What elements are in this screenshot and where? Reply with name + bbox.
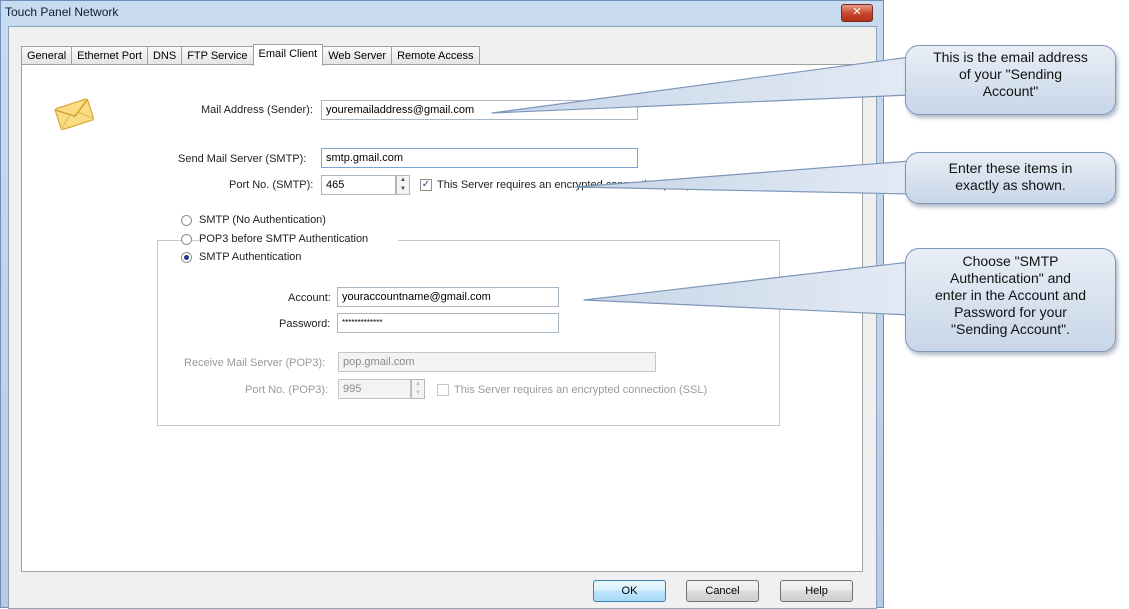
callout-enter-items: Enter these items in exactly as shown. bbox=[905, 152, 1116, 204]
tab-ftp-service[interactable]: FTP Service bbox=[181, 46, 254, 65]
close-icon: ✕ bbox=[852, 6, 862, 18]
callout-auth-line2: Authentication" and bbox=[950, 270, 1071, 286]
callout-smtp-authentication: Choose "SMTP Authentication" and enter i… bbox=[905, 248, 1116, 352]
tab-strip: General Ethernet Port DNS FTP Service Em… bbox=[21, 44, 480, 66]
callout-auth-line5: "Sending Account". bbox=[951, 321, 1070, 337]
mail-address-label: Mail Address (Sender): bbox=[201, 104, 313, 116]
smtp-ssl-checkbox[interactable]: ✓ bbox=[420, 179, 432, 191]
smtp-server-label: Send Mail Server (SMTP): bbox=[178, 153, 307, 165]
cancel-button[interactable]: Cancel bbox=[686, 580, 759, 602]
account-label: Account: bbox=[288, 292, 331, 304]
password-label: Password: bbox=[279, 318, 331, 330]
pop3-port-input[interactable]: 995 bbox=[338, 379, 411, 399]
tab-general[interactable]: General bbox=[21, 46, 73, 65]
ok-button[interactable]: OK bbox=[593, 580, 666, 602]
title-bar[interactable]: Touch Panel Network ✕ bbox=[1, 1, 883, 23]
radio-smtp-no-auth[interactable] bbox=[181, 215, 192, 226]
pop3-server-input[interactable]: pop.gmail.com bbox=[338, 352, 656, 372]
tab-email-client[interactable]: Email Client bbox=[252, 44, 324, 66]
callout-auth-line4: Password for your bbox=[954, 304, 1067, 320]
envelope-icon bbox=[54, 98, 95, 130]
pop3-port-stepper[interactable]: ▲ ▼ bbox=[411, 379, 425, 399]
radio-smtp-authentication-label: SMTP Authentication bbox=[199, 251, 302, 263]
pop3-server-label: Receive Mail Server (POP3): bbox=[184, 357, 326, 369]
radio-pop3-before-smtp[interactable] bbox=[181, 234, 192, 245]
chevron-down-icon[interactable]: ▼ bbox=[397, 185, 409, 194]
chevron-down-icon[interactable]: ▼ bbox=[412, 389, 424, 398]
radio-pop3-before-smtp-label: POP3 before SMTP Authentication bbox=[199, 233, 399, 245]
callout-email-line2: of your "Sending bbox=[958, 66, 1063, 82]
callout-auth-line3: enter in the Account and bbox=[935, 287, 1086, 303]
callout-enter-line1: Enter these items in bbox=[948, 160, 1073, 176]
tab-dns[interactable]: DNS bbox=[146, 46, 183, 65]
password-input[interactable]: ************* bbox=[337, 313, 559, 333]
authentication-groupbox bbox=[157, 240, 780, 426]
tab-remote-access[interactable]: Remote Access bbox=[391, 46, 480, 65]
checkmark-icon: ✓ bbox=[421, 179, 431, 190]
callout-enter-line2: exactly as shown. bbox=[955, 177, 1066, 193]
window-title: Touch Panel Network bbox=[5, 5, 119, 19]
smtp-port-input[interactable]: 465 bbox=[321, 175, 396, 195]
chevron-up-icon[interactable]: ▲ bbox=[397, 176, 409, 185]
pop3-ssl-label: This Server requires an encrypted connec… bbox=[454, 384, 708, 396]
radio-smtp-no-auth-label: SMTP (No Authentication) bbox=[199, 214, 326, 226]
mail-address-input[interactable]: youremailaddress@gmail.com bbox=[321, 100, 638, 120]
pop3-ssl-checkbox[interactable] bbox=[437, 384, 449, 396]
radio-smtp-authentication[interactable] bbox=[181, 252, 192, 263]
callout-auth-line1: Choose "SMTP bbox=[962, 253, 1059, 269]
smtp-server-input[interactable]: smtp.gmail.com bbox=[321, 148, 638, 168]
callout-email-address: This is the email address of your "Sendi… bbox=[905, 45, 1116, 115]
tab-ethernet-port[interactable]: Ethernet Port bbox=[71, 46, 148, 65]
help-button[interactable]: Help bbox=[780, 580, 853, 602]
tab-web-server[interactable]: Web Server bbox=[322, 46, 393, 65]
pop3-port-label: Port No. (POP3): bbox=[245, 384, 329, 396]
account-input[interactable]: youraccountname@gmail.com bbox=[337, 287, 559, 307]
callout-email-line1: This is the email address bbox=[933, 49, 1088, 65]
smtp-ssl-label: This Server requires an encrypted connec… bbox=[437, 179, 691, 191]
chevron-up-icon[interactable]: ▲ bbox=[412, 380, 424, 389]
smtp-port-stepper[interactable]: ▲ ▼ bbox=[396, 175, 410, 195]
smtp-port-label: Port No. (SMTP): bbox=[229, 179, 314, 191]
callout-email-line3: Account" bbox=[982, 83, 1039, 99]
close-button[interactable]: ✕ bbox=[841, 4, 873, 22]
